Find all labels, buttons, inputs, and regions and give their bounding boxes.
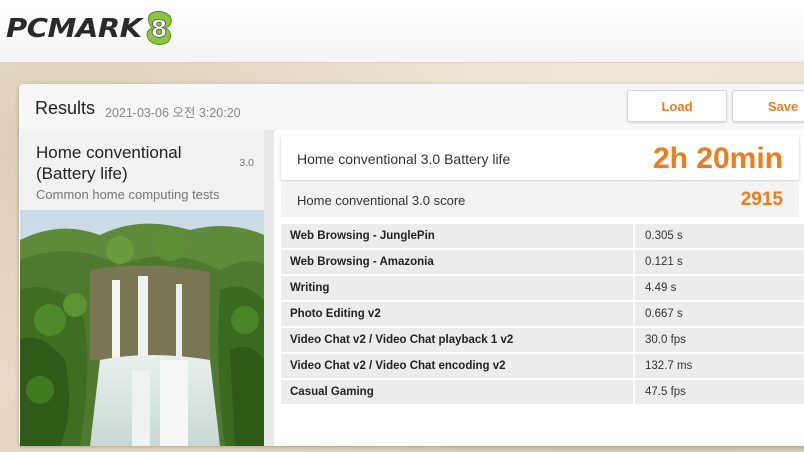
- table-row: Video Chat v2 / Video Chat playback 1 v2…: [281, 328, 804, 352]
- test-version: 3.0: [239, 157, 254, 169]
- waterfall-landscape-image: [20, 210, 264, 446]
- subscore-name: Web Browsing - Amazonia: [281, 250, 633, 274]
- subscore-value: 0.121 s: [635, 250, 804, 274]
- load-button[interactable]: Load: [627, 90, 727, 122]
- results-title: Results: [35, 98, 96, 118]
- overall-score-box: Home conventional 3.0 score 2915: [281, 183, 799, 217]
- table-row: Photo Editing v2 0.667 s: [281, 302, 804, 326]
- pcmark-logo: PCMARK 8: [6, 8, 174, 48]
- subscores-table: Web Browsing - JunglePin 0.305 s Web Bro…: [281, 224, 804, 406]
- logo-text: PCMARK: [6, 12, 142, 44]
- save-button[interactable]: Save: [732, 90, 804, 122]
- logo-8-icon: 8: [146, 10, 172, 46]
- table-row: Web Browsing - Amazonia 0.121 s: [281, 250, 804, 274]
- battery-life-value: 2h 20min: [652, 142, 783, 175]
- subscore-name: Writing: [281, 276, 633, 300]
- test-info-column: Home conventional (Battery life) 3.0 Com…: [20, 130, 264, 446]
- test-name: Home conventional (Battery life): [36, 143, 182, 183]
- table-row: Casual Gaming 47.5 fps: [281, 380, 804, 404]
- results-date: 2021-03-06 오전 3:20:20: [105, 106, 241, 120]
- table-row: Writing 4.49 s: [281, 276, 804, 300]
- subscore-name: Video Chat v2 / Video Chat encoding v2: [281, 354, 633, 378]
- battery-life-label: Home conventional 3.0 Battery life: [297, 151, 511, 167]
- overall-score-label: Home conventional 3.0 score: [297, 193, 466, 208]
- battery-life-score-box: Home conventional 3.0 Battery life 2h 20…: [281, 136, 799, 180]
- subscore-value: 0.667 s: [635, 302, 804, 326]
- subscore-name: Video Chat v2 / Video Chat playback 1 v2: [281, 328, 633, 352]
- subscore-value: 30.0 fps: [635, 328, 804, 352]
- test-image-waterfall: [20, 210, 264, 446]
- subscore-name: Photo Editing v2: [281, 302, 633, 326]
- subscore-value: 132.7 ms: [635, 354, 804, 378]
- table-row: Video Chat v2 / Video Chat encoding v2 1…: [281, 354, 804, 378]
- logo-mark-text: 8: [150, 15, 167, 43]
- subscore-value: 4.49 s: [635, 276, 804, 300]
- subscore-value: 0.305 s: [635, 224, 804, 248]
- subscore-name: Web Browsing - JunglePin: [281, 224, 633, 248]
- table-row: Web Browsing - JunglePin 0.305 s: [281, 224, 804, 248]
- results-title-bar: Results 2021-03-06 오전 3:20:20 Load Save: [19, 84, 804, 131]
- overall-score-value: 2915: [740, 189, 783, 210]
- results-panel: Results 2021-03-06 오전 3:20:20 Load Save …: [19, 84, 804, 446]
- test-description: Common home computing tests: [36, 187, 220, 202]
- subscore-name: Casual Gaming: [281, 380, 633, 404]
- subscore-value: 47.5 fps: [635, 380, 804, 404]
- app-header: PCMARK 8: [0, 0, 804, 63]
- column-divider: [264, 130, 274, 446]
- scores-column: Home conventional 3.0 Battery life 2h 20…: [275, 130, 804, 446]
